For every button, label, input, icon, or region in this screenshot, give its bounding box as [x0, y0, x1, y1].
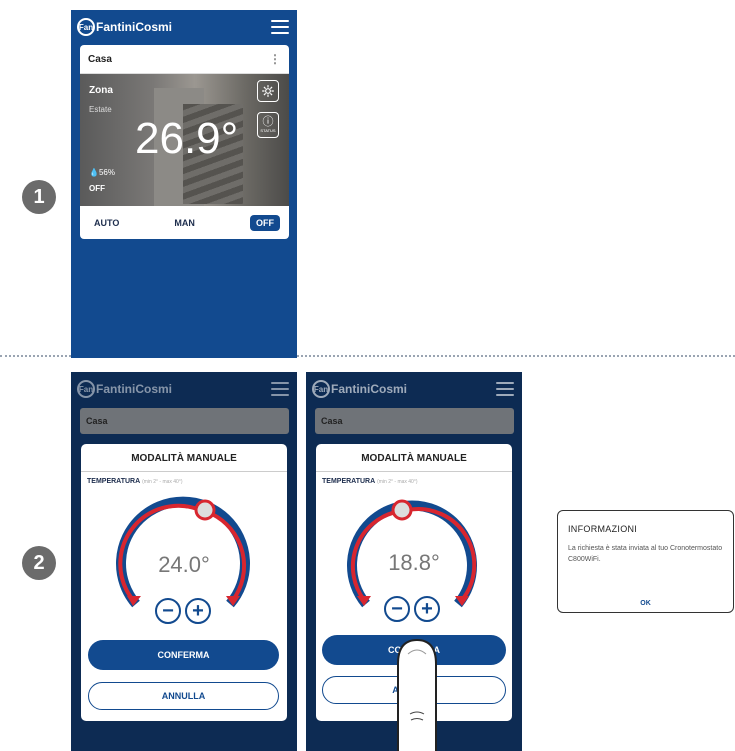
stepper-controls: − + [155, 598, 211, 624]
step-2-badge: 2 [22, 546, 56, 580]
info-dialog-message: La richiesta è stata inviata al tuo Cron… [568, 545, 723, 563]
app-header-dimmed: Fan FantiniCosmi [71, 372, 297, 406]
tap-finger-icon [397, 638, 437, 751]
humidity-value: 💧56% [89, 168, 115, 177]
increase-button[interactable]: + [414, 596, 440, 622]
status-label: OFF [89, 184, 105, 193]
location-name: Casa [88, 53, 112, 65]
location-header-dimmed: Casa [315, 408, 514, 434]
current-temperature: 26.9° [135, 114, 239, 163]
phone-manual-2: Fan FantiniCosmi Casa MODALITÀ MANUALE T… [306, 372, 522, 751]
increase-button[interactable]: + [185, 598, 211, 624]
brand-logo: Fan FantiniCosmi [312, 380, 407, 398]
info-icon: ⓘ [262, 116, 274, 128]
brand-logo: Fan FantiniCosmi [77, 380, 172, 398]
temperature-dial[interactable] [81, 474, 287, 614]
logo-ring: Fan [77, 18, 95, 36]
zone-card: Casa ⋮ Zona Estate 26.9° 💧56% OFF ⓘ STAT… [80, 45, 289, 239]
setpoint-value: 18.8° [388, 550, 440, 575]
app-header: Fan FantiniCosmi [71, 10, 297, 44]
zone-photo[interactable]: Zona Estate 26.9° 💧56% OFF ⓘ STATUS [80, 74, 289, 206]
decrease-button[interactable]: − [155, 598, 181, 624]
setpoint-value: 24.0° [158, 552, 210, 577]
dialog-title: MODALITÀ MANUALE [316, 444, 512, 472]
mode-man-button[interactable]: MAN [174, 218, 195, 228]
mode-auto-button[interactable]: AUTO [94, 218, 119, 228]
hamburger-menu-icon[interactable] [271, 20, 289, 34]
mode-selector: AUTO MAN OFF [80, 206, 289, 239]
brand-name: FantiniCosmi [96, 20, 173, 34]
phone-home: Fan FantiniCosmi Casa ⋮ Zona Estate 26.9… [71, 10, 297, 358]
status-info-button[interactable]: ⓘ STATUS [257, 112, 279, 138]
step-1-badge: 1 [22, 180, 56, 214]
hamburger-menu-icon [271, 382, 289, 396]
zone-label: Zona [89, 85, 113, 96]
hamburger-menu-icon [496, 382, 514, 396]
app-header-dimmed: Fan FantiniCosmi [306, 372, 522, 406]
cancel-button[interactable]: ANNULLA [88, 682, 279, 710]
logo-ring: Fan [77, 380, 95, 398]
info-dialog: INFORMAZIONI La richiesta è stata inviat… [557, 510, 734, 613]
decrease-button[interactable]: − [384, 596, 410, 622]
mode-off-button[interactable]: OFF [250, 215, 280, 231]
info-dialog-title: INFORMAZIONI [568, 524, 638, 534]
brand-name: FantiniCosmi [331, 382, 408, 396]
kebab-menu-icon[interactable]: ⋮ [269, 52, 281, 66]
temperature-dial[interactable] [316, 474, 512, 614]
location-header[interactable]: Casa ⋮ [80, 45, 289, 74]
manual-mode-dialog: MODALITÀ MANUALE TEMPERATURA (min 2° - m… [81, 444, 287, 721]
confirm-button[interactable]: CONFERMA [88, 640, 279, 670]
season-label: Estate [89, 105, 112, 114]
info-ok-button[interactable]: OK [558, 600, 733, 607]
logo-ring: Fan [312, 380, 330, 398]
settings-gear-icon[interactable] [257, 80, 279, 102]
brand-name: FantiniCosmi [96, 382, 173, 396]
dialog-title: MODALITÀ MANUALE [81, 444, 287, 472]
brand-logo: Fan FantiniCosmi [77, 18, 172, 36]
location-header-dimmed: Casa [80, 408, 289, 434]
phone-manual-1: Fan FantiniCosmi Casa MODALITÀ MANUALE T… [71, 372, 297, 751]
status-button-label: STATUS [260, 128, 276, 133]
stepper-controls: − + [384, 596, 440, 622]
